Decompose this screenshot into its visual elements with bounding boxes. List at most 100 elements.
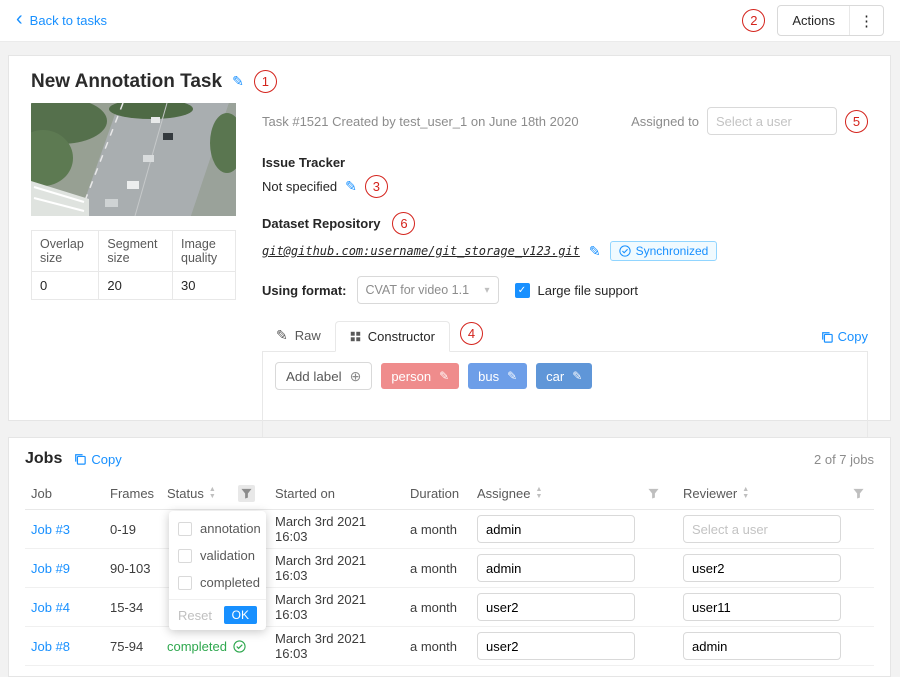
edit-issue-tracker-icon[interactable]: ✎ — [345, 178, 357, 195]
task-left-column: Overlap size Segment size Image quality … — [31, 103, 236, 465]
task-preview-image — [31, 103, 236, 216]
checkbox-unchecked-icon[interactable] — [178, 576, 192, 590]
edit-label-icon[interactable]: ✎ — [439, 369, 449, 383]
reviewer-input[interactable] — [683, 515, 841, 543]
frames-cell: 75-94 — [110, 639, 167, 654]
param-value-segment: 20 — [99, 272, 173, 300]
status-filter-icon[interactable] — [238, 485, 255, 502]
actions-button[interactable]: Actions ⋮ — [777, 5, 884, 36]
label-tag-person[interactable]: person ✎ — [381, 363, 459, 389]
copy-jobs-label: Copy — [91, 452, 121, 467]
jobs-table: Job Frames Status ▲▼ Started on Duration… — [25, 478, 874, 666]
back-chevron-icon: ‹ — [16, 9, 23, 29]
check-circle-icon — [233, 640, 246, 653]
issue-tracker-value: Not specified — [262, 179, 337, 194]
header-reviewer-label: Reviewer — [683, 486, 737, 501]
param-header-overlap: Overlap size — [32, 231, 99, 272]
header-assignee-label: Assignee — [477, 486, 530, 501]
assignee-input[interactable] — [477, 632, 635, 660]
back-to-tasks-link[interactable]: ‹ Back to tasks — [16, 12, 107, 29]
duration-cell: a month — [410, 639, 477, 654]
annotation-circle-1: 1 — [254, 70, 277, 93]
checkbox-checked-icon[interactable]: ✓ — [515, 283, 530, 298]
reviewer-input[interactable] — [683, 632, 841, 660]
assigned-to-group: Assigned to 5 — [631, 107, 868, 135]
label-tag-bus[interactable]: bus ✎ — [468, 363, 527, 389]
duration-cell: a month — [410, 561, 477, 576]
edit-repository-icon[interactable]: ✎ — [589, 243, 601, 260]
tab-constructor[interactable]: Constructor — [335, 321, 450, 352]
sort-icon[interactable]: ▲▼ — [535, 487, 542, 500]
label-tag-person-text: person — [391, 369, 431, 384]
tab-raw[interactable]: ✎ Raw — [262, 320, 335, 351]
job-link[interactable]: Job #8 — [31, 639, 70, 654]
reviewer-filter-icon[interactable] — [853, 488, 864, 499]
annotation-circle-5: 5 — [845, 110, 868, 133]
started-cell: March 3rd 2021 16:03 — [275, 592, 410, 622]
assignee-filter-icon[interactable] — [648, 488, 659, 499]
sort-icon[interactable]: ▲▼ — [209, 487, 216, 500]
label-tag-car-text: car — [546, 369, 564, 384]
frames-cell: 90-103 — [110, 561, 167, 576]
filter-footer: Reset OK — [169, 599, 266, 630]
duration-cell: a month — [410, 522, 477, 537]
reviewer-input[interactable] — [683, 593, 841, 621]
sync-status-label: Synchronized — [636, 244, 709, 258]
large-file-checkbox-group[interactable]: ✓ Large file support — [515, 283, 638, 298]
actions-button-label: Actions — [778, 6, 849, 35]
started-cell: March 3rd 2021 16:03 — [275, 631, 410, 661]
annotation-circle-2: 2 — [742, 9, 765, 32]
filter-reset-button[interactable]: Reset — [178, 608, 212, 623]
header-job: Job — [25, 486, 110, 501]
copy-icon — [821, 331, 833, 343]
repository-url[interactable]: git@github.com:username/git_storage_v123… — [262, 244, 580, 258]
more-vertical-icon: ⋮ — [850, 6, 883, 35]
filter-option-completed[interactable]: completed — [169, 569, 266, 596]
assignee-input[interactable] — [477, 554, 635, 582]
constructor-icon — [350, 331, 361, 342]
started-cell: March 3rd 2021 16:03 — [275, 553, 410, 583]
format-select[interactable]: CVAT for video 1.1 ▾ — [357, 276, 499, 304]
reviewer-input[interactable] — [683, 554, 841, 582]
assigned-to-input[interactable] — [707, 107, 837, 135]
status-text: completed — [167, 639, 227, 654]
job-link[interactable]: Job #3 — [31, 522, 70, 537]
status-cell: completed — [167, 639, 275, 654]
copy-icon — [74, 453, 86, 465]
copy-labels-link[interactable]: Copy — [821, 329, 868, 351]
header-duration: Duration — [410, 486, 477, 501]
chevron-down-icon: ▾ — [484, 285, 489, 296]
plus-circle-icon: ⊕ — [350, 368, 362, 385]
checkbox-unchecked-icon[interactable] — [178, 522, 192, 536]
annotation-circle-4: 4 — [460, 322, 483, 345]
table-row: Job #4 15-34 March 3rd 2021 16:03 a mont… — [25, 588, 874, 627]
param-header-segment: Segment size — [99, 231, 173, 272]
sync-status-badge: Synchronized — [610, 241, 718, 261]
header-status: Status ▲▼ — [167, 485, 275, 502]
jobs-card: Jobs Copy 2 of 7 jobs Job Frames Status … — [8, 437, 891, 677]
edit-label-icon[interactable]: ✎ — [572, 369, 582, 383]
filter-option-validation[interactable]: validation — [169, 542, 266, 569]
assignee-input[interactable] — [477, 593, 635, 621]
checkbox-unchecked-icon[interactable] — [178, 549, 192, 563]
filter-option-label: validation — [200, 548, 255, 563]
assignee-input[interactable] — [477, 515, 635, 543]
edit-label-icon[interactable]: ✎ — [507, 369, 517, 383]
job-link[interactable]: Job #9 — [31, 561, 70, 576]
add-label-button[interactable]: Add label ⊕ — [275, 362, 372, 390]
filter-ok-button[interactable]: OK — [224, 606, 257, 624]
header-started: Started on — [275, 486, 410, 501]
large-file-support-label: Large file support — [538, 283, 638, 298]
header-assignee: Assignee ▲▼ — [477, 486, 683, 501]
edit-title-icon[interactable]: ✎ — [232, 73, 244, 90]
param-value-overlap: 0 — [32, 272, 99, 300]
back-label: Back to tasks — [30, 13, 107, 28]
header-status-label: Status — [167, 486, 204, 501]
jobs-header: Jobs Copy 2 of 7 jobs — [25, 450, 874, 468]
filter-option-annotation[interactable]: annotation — [169, 515, 266, 542]
sort-icon[interactable]: ▲▼ — [742, 487, 749, 500]
label-tag-car[interactable]: car ✎ — [536, 363, 592, 389]
duration-cell: a month — [410, 600, 477, 615]
job-link[interactable]: Job #4 — [31, 600, 70, 615]
copy-jobs-link[interactable]: Copy — [74, 452, 121, 467]
